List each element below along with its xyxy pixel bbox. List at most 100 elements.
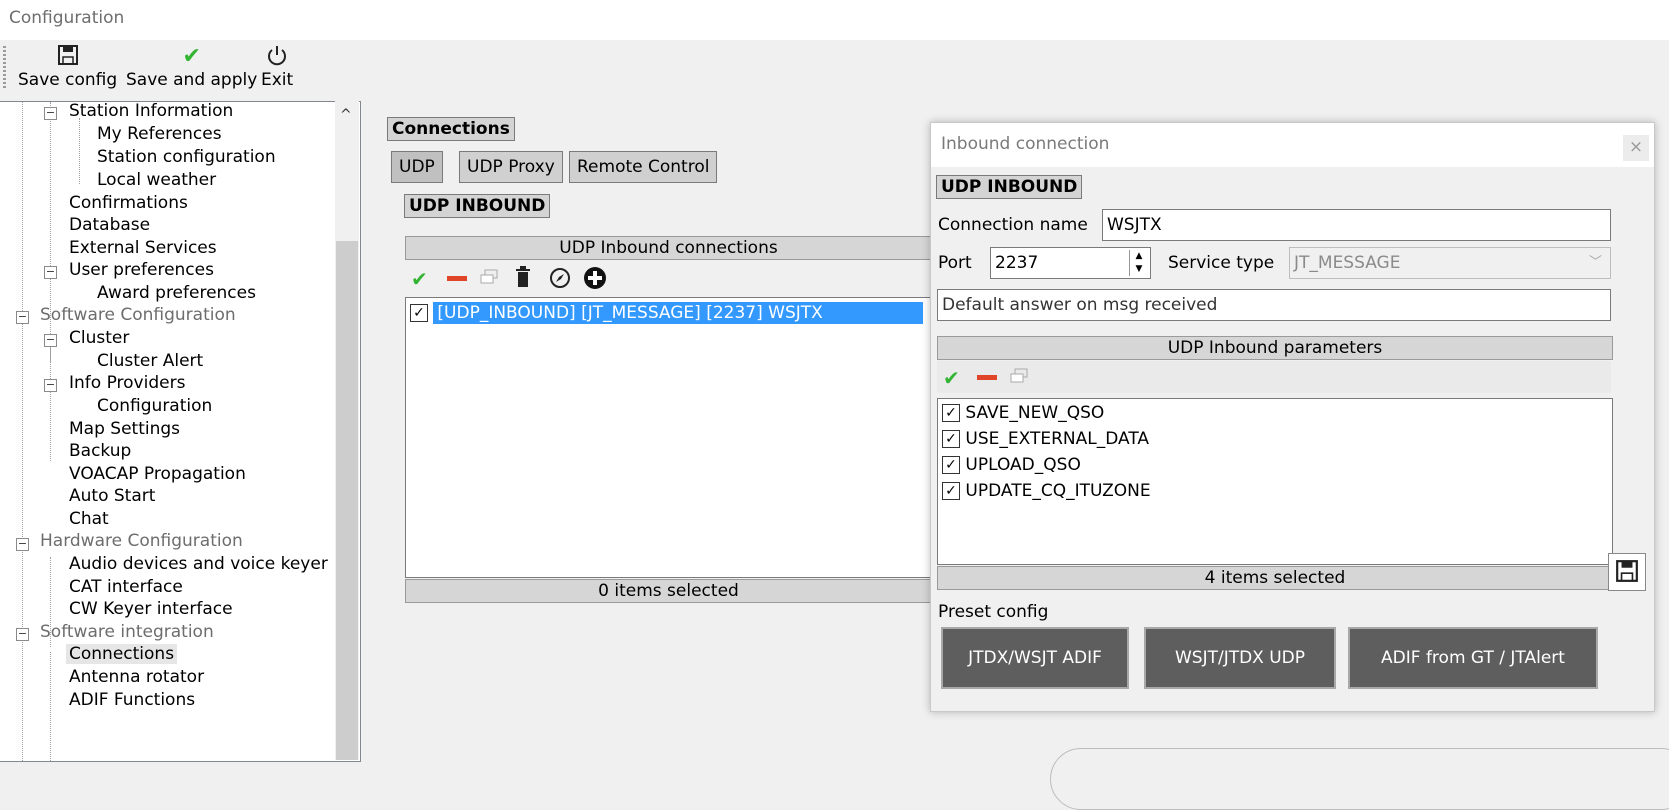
inbound-list-toolbar: ✔ xyxy=(405,262,930,294)
close-icon[interactable]: × xyxy=(1623,135,1649,161)
tree-item-connections[interactable]: Connections xyxy=(66,644,178,664)
preset-config-label: Preset config xyxy=(938,602,1049,622)
tree-item-hardware-configuration[interactable]: Hardware Configuration xyxy=(40,531,243,551)
tree-item-adif-functions[interactable]: ADIF Functions xyxy=(69,690,195,710)
tree-item-software-configuration[interactable]: Software Configuration xyxy=(40,305,236,325)
param-label: USE_EXTERNAL_DATA xyxy=(965,429,1150,449)
param-checkbox[interactable]: ✓ xyxy=(942,430,960,448)
port-label: Port xyxy=(938,253,972,273)
remove-icon[interactable] xyxy=(447,276,467,281)
check-icon[interactable]: ✔ xyxy=(411,267,428,291)
param-label: SAVE_NEW_QSO xyxy=(965,403,1105,423)
exit-button[interactable]: Exit xyxy=(261,44,293,90)
tree-item-chat[interactable]: Chat xyxy=(69,509,109,529)
service-type-value: JT_MESSAGE xyxy=(1294,253,1401,273)
port-spinbox[interactable]: 2237 ▲ ▼ xyxy=(990,247,1151,279)
tree-item-auto-start[interactable]: Auto Start xyxy=(69,486,155,506)
preset-jtdx-wsjt-adif-button[interactable]: JTDX/WSJT ADIF xyxy=(941,627,1129,689)
list-item-checkbox[interactable]: ✓ xyxy=(410,304,428,322)
tree-scrollbar[interactable]: ^ xyxy=(335,101,359,760)
list-item[interactable]: ✓ USE_EXTERNAL_DATA xyxy=(942,429,1149,449)
duplicate-icon[interactable] xyxy=(479,268,499,291)
param-label: UPLOAD_QSO xyxy=(965,455,1081,475)
window-titlebar: Configuration xyxy=(0,0,1669,40)
tree-item-user-preferences[interactable]: User preferences xyxy=(69,260,214,280)
tree-item-confirmations[interactable]: Confirmations xyxy=(69,193,188,213)
list-item[interactable]: ✓ UPLOAD_QSO xyxy=(942,455,1081,475)
collapse-icon[interactable]: − xyxy=(44,266,57,279)
save-and-apply-button[interactable]: ✔ Save and apply xyxy=(126,44,257,90)
spin-arrows-icon[interactable]: ▲ ▼ xyxy=(1129,250,1148,276)
floppy-disk-icon xyxy=(18,44,117,70)
tree-item-cat-interface[interactable]: CAT interface xyxy=(69,577,183,597)
toolbar-grip[interactable] xyxy=(3,46,6,88)
param-checkbox[interactable]: ✓ xyxy=(942,456,960,474)
udp-inbound-label: UDP INBOUND xyxy=(404,194,551,218)
window-title: Configuration xyxy=(9,8,125,28)
inbound-connections-list[interactable]: ✓ [UDP_INBOUND] [JT_MESSAGE] [2237] WSJT… xyxy=(405,297,932,578)
tree-item-audio-devices[interactable]: Audio devices and voice keyer xyxy=(69,554,328,574)
save-params-button[interactable] xyxy=(1608,553,1646,591)
tree-item-award-preferences[interactable]: Award preferences xyxy=(97,283,256,303)
param-checkbox[interactable]: ✓ xyxy=(942,482,960,500)
check-icon: ✔ xyxy=(182,44,201,69)
param-checkbox[interactable]: ✓ xyxy=(942,404,960,422)
tab-remote-control[interactable]: Remote Control xyxy=(569,151,718,183)
tree-item-cw-keyer-interface[interactable]: CW Keyer interface xyxy=(69,599,233,619)
params-footer: 4 items selected xyxy=(937,566,1613,590)
duplicate-icon[interactable] xyxy=(1009,367,1029,390)
tree-item-database[interactable]: Database xyxy=(69,215,150,235)
list-item[interactable]: ✓ [UDP_INBOUND] [JT_MESSAGE] [2237] WSJT… xyxy=(410,302,931,326)
default-answer-input[interactable]: Default answer on msg received xyxy=(937,289,1611,321)
tree-item-my-references[interactable]: My References xyxy=(97,124,222,144)
tree-item-external-services[interactable]: External Services xyxy=(69,238,217,258)
list-item[interactable]: ✓ SAVE_NEW_QSO xyxy=(942,403,1104,423)
param-label: UPDATE_CQ_ITUZONE xyxy=(965,481,1151,501)
tree-item-map-settings[interactable]: Map Settings xyxy=(69,419,180,439)
collapse-icon[interactable]: − xyxy=(16,311,29,324)
tree-item-local-weather[interactable]: Local weather xyxy=(97,170,216,190)
preset-adif-gt-jtalert-button[interactable]: ADIF from GT / JTAlert xyxy=(1348,627,1598,689)
scrollbar-thumb[interactable] xyxy=(336,241,358,760)
list-item[interactable]: ✓ UPDATE_CQ_ITUZONE xyxy=(942,481,1151,501)
exit-label: Exit xyxy=(261,70,294,90)
save-config-label: Save config xyxy=(18,70,118,90)
inbound-list-footer: 0 items selected xyxy=(405,579,932,603)
tree-item-backup[interactable]: Backup xyxy=(69,441,131,461)
tab-udp[interactable]: UDP xyxy=(391,151,443,183)
background-panel-edge xyxy=(1050,748,1669,810)
collapse-icon[interactable]: − xyxy=(16,538,29,551)
compass-icon[interactable] xyxy=(549,267,571,294)
connection-name-input[interactable]: WSJTX xyxy=(1102,209,1611,241)
tree-item-voacap-propagation[interactable]: VOACAP Propagation xyxy=(69,464,246,484)
tree-item-configuration[interactable]: Configuration xyxy=(97,396,212,416)
collapse-icon[interactable]: − xyxy=(16,628,29,641)
tree-item-cluster-alert[interactable]: Cluster Alert xyxy=(97,351,203,371)
remove-icon[interactable] xyxy=(977,375,997,380)
trash-icon[interactable] xyxy=(515,266,531,293)
params-list[interactable]: ✓ SAVE_NEW_QSO ✓ USE_EXTERNAL_DATA ✓ UPL… xyxy=(937,398,1613,565)
tree-item-software-integration[interactable]: Software integration xyxy=(40,622,214,642)
preset-wsjt-jtdx-udp-button[interactable]: WSJT/JTDX UDP xyxy=(1144,627,1336,689)
check-icon[interactable]: ✔ xyxy=(943,366,960,390)
tree-item-antenna-rotator[interactable]: Antenna rotator xyxy=(69,667,204,687)
tree-item-info-providers[interactable]: Info Providers xyxy=(69,373,185,393)
tree-item-station-configuration[interactable]: Station configuration xyxy=(97,147,276,167)
tree-item-station-information[interactable]: Station Information xyxy=(69,102,233,121)
params-header: UDP Inbound parameters xyxy=(937,336,1613,360)
settings-tree[interactable]: − Station Information My References Stat… xyxy=(0,101,361,762)
collapse-icon[interactable]: − xyxy=(44,334,57,347)
section-title: Connections xyxy=(387,117,515,141)
collapse-icon[interactable]: − xyxy=(44,107,57,120)
chevron-up-icon[interactable]: ^ xyxy=(340,107,352,123)
collapse-icon[interactable]: − xyxy=(44,379,57,392)
list-item-label[interactable]: [UDP_INBOUND] [JT_MESSAGE] [2237] WSJTX xyxy=(433,302,924,324)
power-icon xyxy=(261,44,293,70)
dialog-titlebar: Inbound connection × xyxy=(931,123,1654,167)
tab-udp-proxy[interactable]: UDP Proxy xyxy=(459,151,563,183)
params-toolbar: ✔ xyxy=(937,361,1611,393)
add-icon[interactable] xyxy=(583,266,607,295)
service-type-select: JT_MESSAGE ﹀ xyxy=(1289,247,1611,279)
tree-item-cluster[interactable]: Cluster xyxy=(69,328,129,348)
save-config-button[interactable]: Save config xyxy=(18,44,117,90)
